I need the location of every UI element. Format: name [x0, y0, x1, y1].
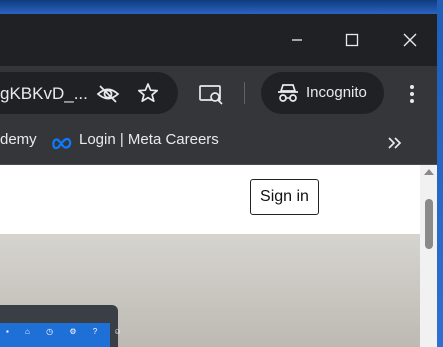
eye-off-icon[interactable]: [96, 82, 120, 106]
incognito-button[interactable]: Incognito: [261, 72, 384, 114]
chevron-double-right-icon[interactable]: [386, 134, 404, 152]
laptop-screen: ▪ ⌂ ◷ ⚙ ? ☺: [0, 323, 122, 347]
hero-image: ▪ ⌂ ◷ ⚙ ? ☺: [0, 234, 420, 347]
bookmark-star-icon[interactable]: [137, 82, 159, 104]
cast-search-icon[interactable]: [198, 82, 224, 106]
maximize-button[interactable]: [337, 26, 367, 54]
incognito-label: Incognito: [306, 84, 367, 101]
web-page: Sign in ▪ ⌂ ◷ ⚙ ? ☺: [0, 165, 437, 347]
incognito-icon: [276, 82, 300, 104]
close-icon: [403, 33, 417, 47]
bookmark-item-meta-careers[interactable]: Login | Meta Careers: [79, 131, 219, 148]
close-button[interactable]: [395, 26, 425, 54]
scrollbar-thumb[interactable]: [425, 199, 433, 249]
bookmark-item[interactable]: demy: [0, 131, 37, 148]
browser-window: gKBKvD_... Incognito demy Login | Meta C…: [0, 14, 437, 347]
address-bar-url[interactable]: gKBKvD_...: [0, 84, 88, 104]
meta-logo-icon: [51, 135, 73, 151]
bookmarks-bar: demy Login | Meta Careers: [0, 122, 437, 165]
sign-in-button[interactable]: Sign in: [250, 179, 319, 215]
scrollbar[interactable]: [420, 165, 437, 347]
laptop-toolbar-icons: ▪ ⌂ ◷ ⚙ ? ☺: [6, 327, 129, 336]
toolbar: gKBKvD_... Incognito: [0, 66, 437, 122]
desktop-background: [0, 0, 443, 14]
laptop-image: ▪ ⌂ ◷ ⚙ ? ☺: [0, 305, 122, 347]
more-menu-icon[interactable]: [402, 82, 422, 106]
title-bar[interactable]: [0, 14, 437, 66]
toolbar-divider: [244, 82, 245, 104]
desktop-edge: [437, 0, 443, 347]
maximize-icon: [345, 33, 359, 47]
scroll-up-arrow-icon[interactable]: [424, 169, 434, 175]
minimize-button[interactable]: [282, 26, 312, 54]
minimize-icon: [292, 39, 302, 41]
